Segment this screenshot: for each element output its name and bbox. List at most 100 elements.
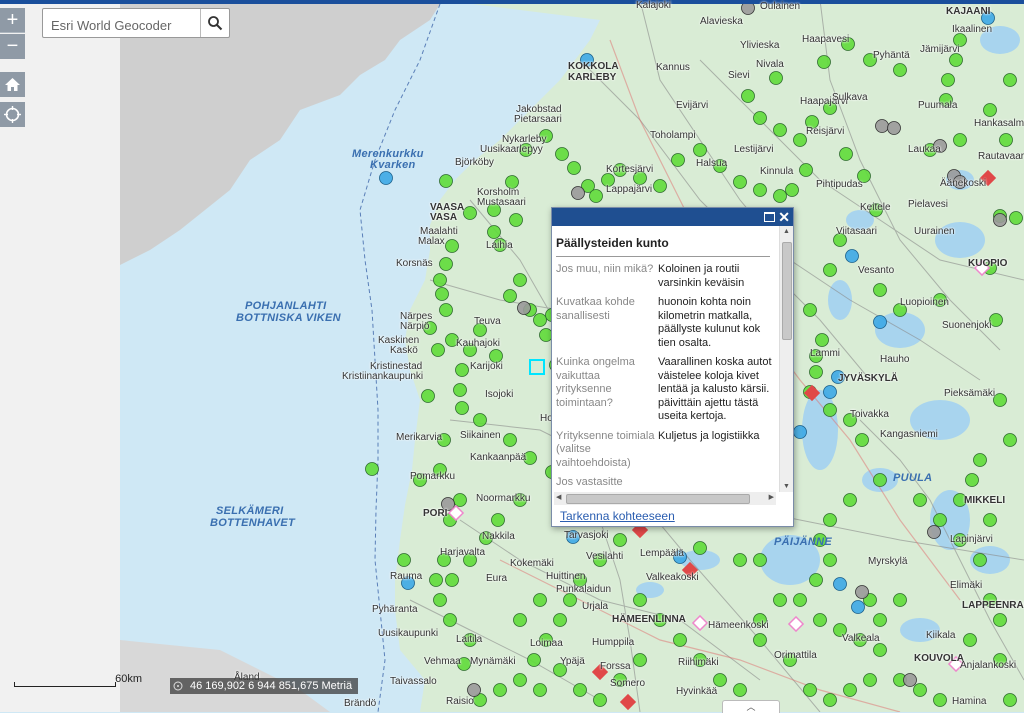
feature-point-green[interactable] <box>487 225 501 239</box>
feature-point-green[interactable] <box>823 263 837 277</box>
feature-point-green[interactable] <box>421 389 435 403</box>
feature-point-green[interactable] <box>493 683 507 697</box>
feature-point-green[interactable] <box>613 533 627 547</box>
feature-point-green[interactable] <box>963 633 977 647</box>
feature-point-green[interactable] <box>741 89 755 103</box>
feature-point-green[interactable] <box>893 593 907 607</box>
feature-point-green[interactable] <box>439 257 453 271</box>
feature-point-green[interactable] <box>633 593 647 607</box>
feature-point-green[interactable] <box>593 693 607 707</box>
feature-point-green[interactable] <box>433 273 447 287</box>
feature-point-green[interactable] <box>873 473 887 487</box>
feature-point-green[interactable] <box>973 453 987 467</box>
feature-point-green[interactable] <box>503 433 517 447</box>
feature-point-blue[interactable] <box>793 425 807 439</box>
feature-point-green[interactable] <box>435 287 449 301</box>
feature-point-green[interactable] <box>965 473 979 487</box>
feature-point-green[interactable] <box>813 613 827 627</box>
feature-point-green[interactable] <box>533 313 547 327</box>
horizontal-scrollbar[interactable]: ◀ ▶ <box>554 492 776 505</box>
scroll-thumb[interactable] <box>566 494 750 504</box>
feature-point-grey[interactable] <box>467 683 481 697</box>
feature-point-green[interactable] <box>653 179 667 193</box>
feature-point-green[interactable] <box>713 673 727 687</box>
scroll-down-icon[interactable]: ▼ <box>783 483 790 490</box>
scroll-right-icon[interactable]: ▶ <box>769 493 774 501</box>
feature-point-green[interactable] <box>823 693 837 707</box>
feature-point-green[interactable] <box>799 163 813 177</box>
feature-point-green[interactable] <box>973 553 987 567</box>
feature-point-green[interactable] <box>933 513 947 527</box>
feature-point-green[interactable] <box>455 363 469 377</box>
feature-point-green[interactable] <box>533 593 547 607</box>
feature-point-green[interactable] <box>773 189 787 203</box>
feature-point-green[interactable] <box>843 493 857 507</box>
feature-point-green[interactable] <box>753 183 767 197</box>
feature-point-green[interactable] <box>949 53 963 67</box>
feature-point-green[interactable] <box>589 189 603 203</box>
locate-button[interactable] <box>0 102 25 127</box>
feature-point-green[interactable] <box>933 693 947 707</box>
feature-point-green[interactable] <box>573 683 587 697</box>
feature-point-blue[interactable] <box>823 385 837 399</box>
feature-point-grey[interactable] <box>855 585 869 599</box>
scroll-left-icon[interactable]: ◀ <box>556 493 561 501</box>
feature-point-green[interactable] <box>533 683 547 697</box>
feature-point-green[interactable] <box>527 653 541 667</box>
zoom-to-link[interactable]: Tarkenna kohteeseen <box>560 509 675 523</box>
maximize-icon[interactable] <box>764 212 775 222</box>
feature-point-green[interactable] <box>463 206 477 220</box>
feature-point-green[interactable] <box>1003 693 1017 707</box>
feature-point-blue[interactable] <box>873 315 887 329</box>
feature-point-green[interactable] <box>431 343 445 357</box>
feature-point-green[interactable] <box>491 513 505 527</box>
feature-point-green[interactable] <box>873 613 887 627</box>
feature-point-green[interactable] <box>453 383 467 397</box>
feature-point-green[interactable] <box>893 63 907 77</box>
feature-point-green[interactable] <box>823 403 837 417</box>
feature-point-green[interactable] <box>1003 73 1017 87</box>
feature-point-green[interactable] <box>1009 211 1023 225</box>
feature-point-green[interactable] <box>873 283 887 297</box>
feature-point-green[interactable] <box>913 493 927 507</box>
feature-point-grey[interactable] <box>993 213 1007 227</box>
feature-point-green[interactable] <box>365 462 379 476</box>
feature-point-green[interactable] <box>513 273 527 287</box>
feature-point-green[interactable] <box>993 393 1007 407</box>
feature-point-green[interactable] <box>769 71 783 85</box>
feature-point-green[interactable] <box>513 613 527 627</box>
feature-point-grey[interactable] <box>517 301 531 315</box>
feature-point-green[interactable] <box>673 633 687 647</box>
feature-point-green[interactable] <box>733 683 747 697</box>
scroll-up-icon[interactable]: ▲ <box>783 228 790 235</box>
feature-point-green[interactable] <box>803 683 817 697</box>
feature-point-blue[interactable] <box>833 577 847 591</box>
feature-point-green[interactable] <box>839 147 853 161</box>
feature-point-grey[interactable] <box>927 525 941 539</box>
feature-point-green[interactable] <box>509 213 523 227</box>
feature-point-green[interactable] <box>803 303 817 317</box>
scroll-thumb[interactable] <box>782 242 792 340</box>
feature-point-green[interactable] <box>433 593 447 607</box>
feature-marker-pink[interactable] <box>691 614 709 632</box>
feature-point-green[interactable] <box>753 111 767 125</box>
feature-point-green[interactable] <box>983 103 997 117</box>
feature-point-green[interactable] <box>733 553 747 567</box>
feature-point-green[interactable] <box>693 143 707 157</box>
feature-point-green[interactable] <box>855 433 869 447</box>
feature-point-green[interactable] <box>773 593 787 607</box>
feature-marker-red[interactable] <box>619 693 637 711</box>
feature-point-green[interactable] <box>397 553 411 567</box>
feature-point-green[interactable] <box>993 613 1007 627</box>
feature-point-green[interactable] <box>439 303 453 317</box>
feature-point-green[interactable] <box>455 401 469 415</box>
feature-point-green[interactable] <box>843 683 857 697</box>
feature-point-grey[interactable] <box>903 673 917 687</box>
feature-point-green[interactable] <box>439 174 453 188</box>
feature-point-green[interactable] <box>823 553 837 567</box>
zoom-out-button[interactable]: − <box>0 34 25 59</box>
zoom-in-button[interactable]: + <box>0 8 25 33</box>
feature-point-grey[interactable] <box>875 119 889 133</box>
feature-point-green[interactable] <box>445 239 459 253</box>
feature-point-green[interactable] <box>633 653 647 667</box>
